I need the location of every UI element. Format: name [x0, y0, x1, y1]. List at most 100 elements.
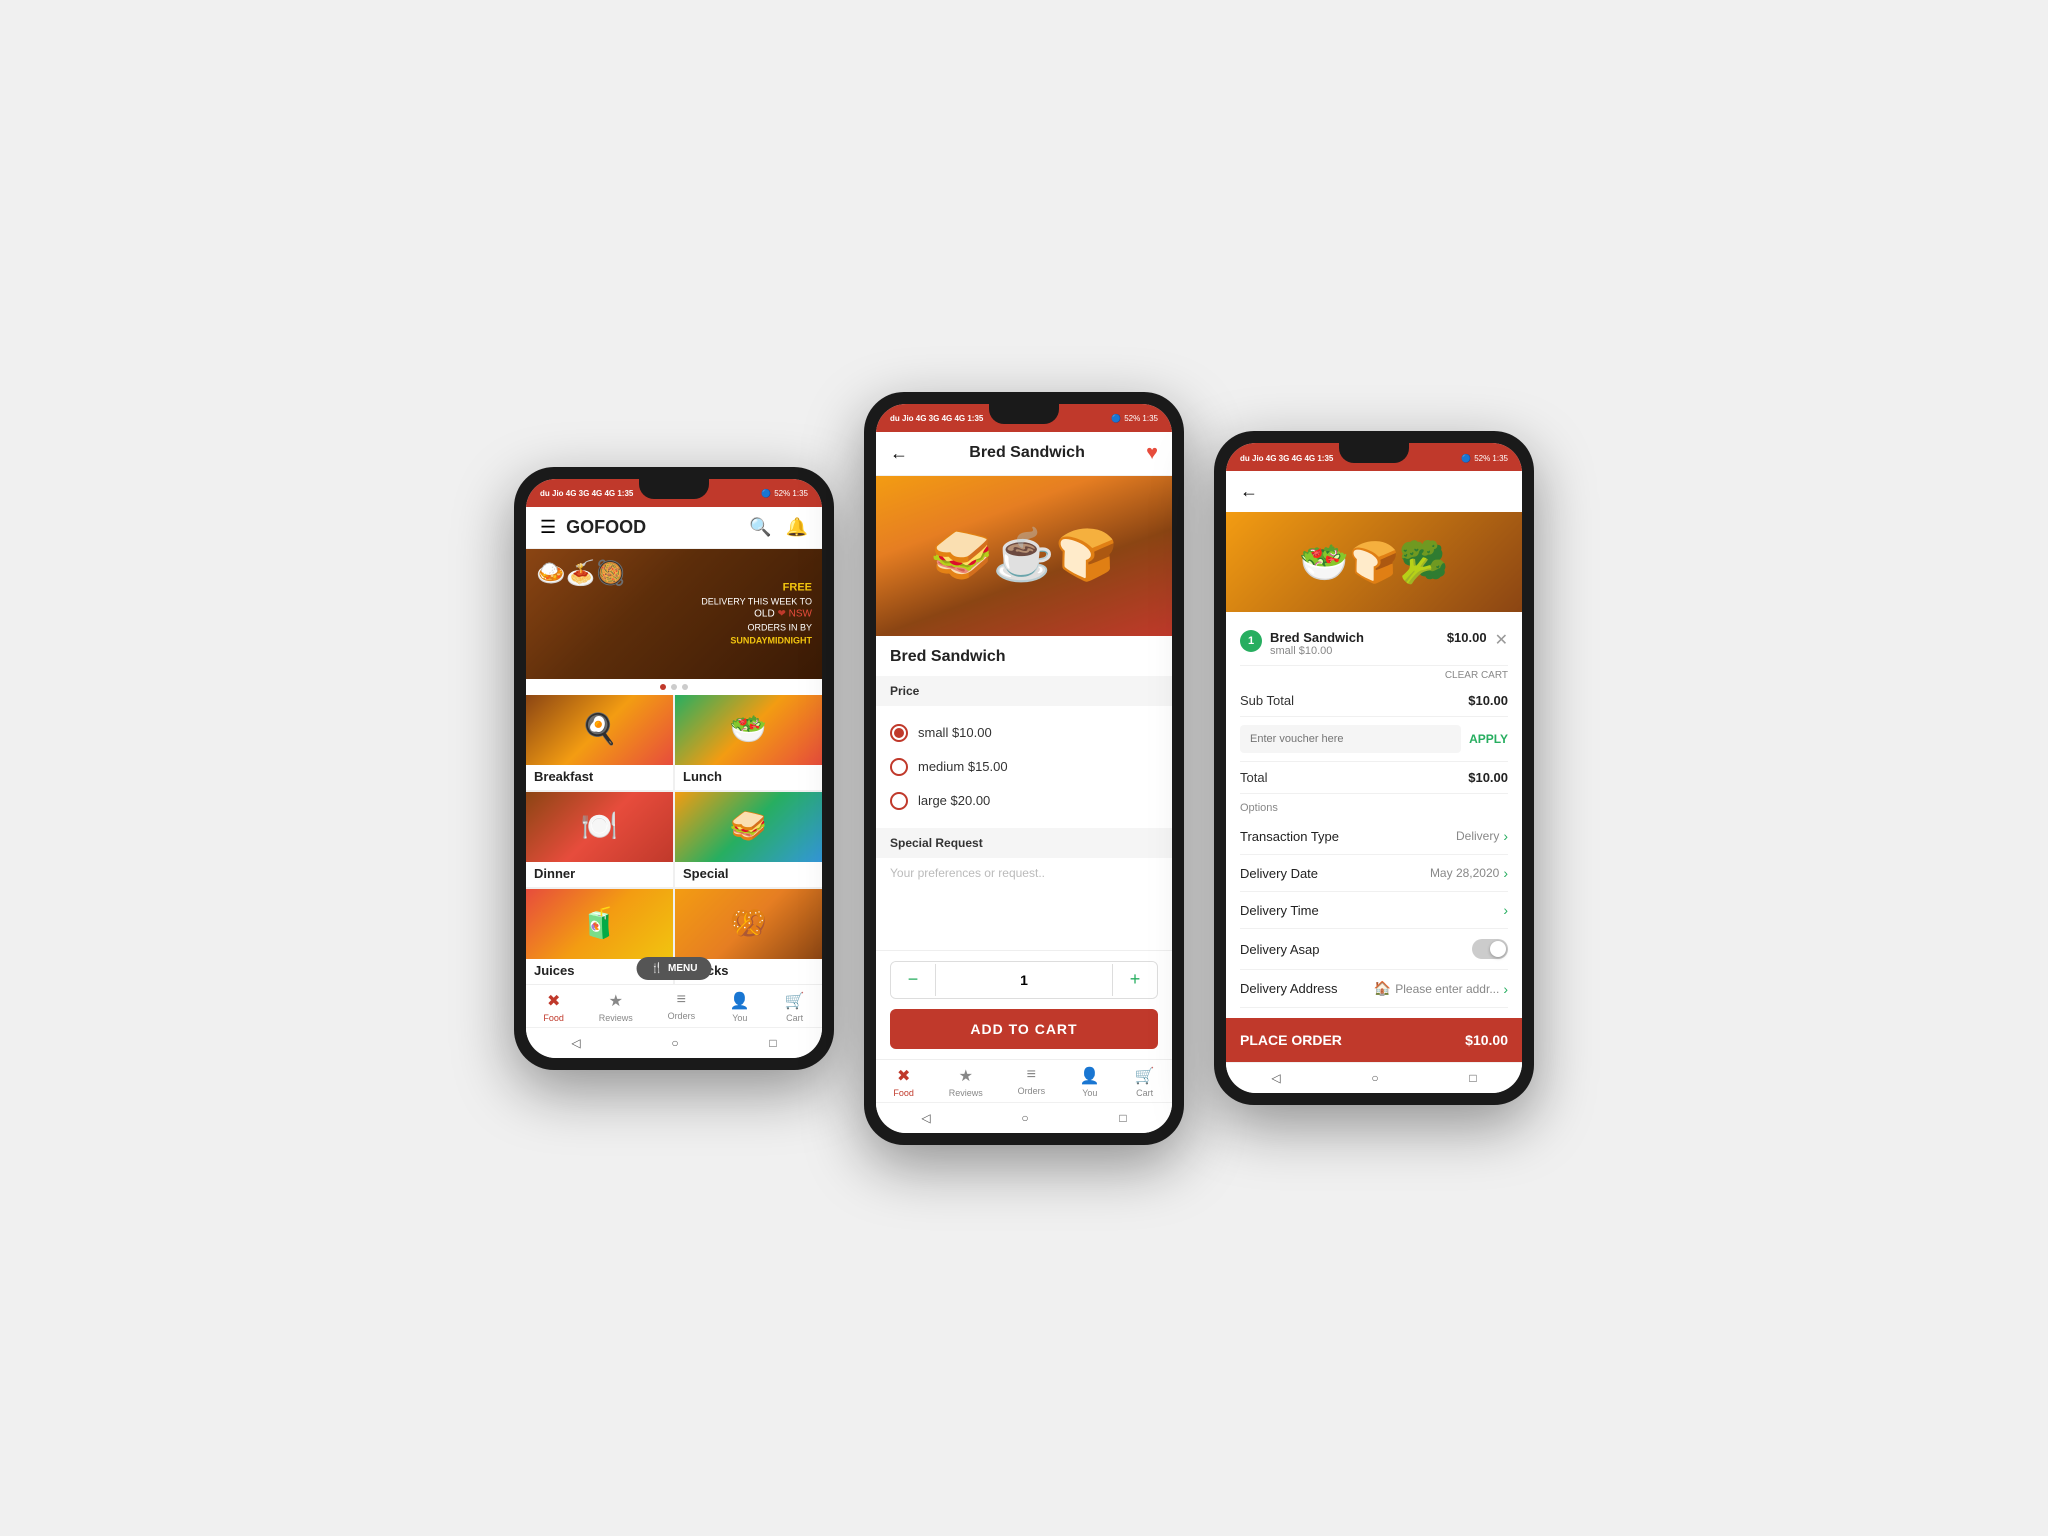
quantity-display: 1 [935, 964, 1113, 996]
subtotal-row: Sub Total $10.00 [1240, 685, 1508, 717]
android-nav-2: ◁ ○ □ [876, 1102, 1172, 1133]
phone-2: du Jio 4G 3G 4G 4G 1:35 🔵 52% 1:35 ← Bre… [864, 392, 1184, 1145]
back-btn-3[interactable]: ◁ [1271, 1071, 1280, 1085]
clear-cart-button[interactable]: CLEAR CART [1445, 670, 1508, 681]
status-left-3: du Jio 4G 3G 4G 4G 1:35 [1240, 454, 1333, 463]
product-detail: Bred Sandwich Price small $10.00 medium … [876, 636, 1172, 950]
cart-item-name: Bred Sandwich [1270, 630, 1439, 645]
nav-reviews-label-2: Reviews [949, 1088, 983, 1098]
hamburger-icon[interactable]: ☰ [540, 517, 556, 538]
product-name: Bred Sandwich [890, 648, 1158, 666]
profile-icon-2: 👤 [1080, 1066, 1100, 1086]
nav-food-label-2: Food [893, 1088, 914, 1098]
cart-item-row: 1 Bred Sandwich small $10.00 $10.00 ✕ [1240, 622, 1508, 666]
delivery-time-value-area: › [1503, 902, 1508, 918]
category-dinner[interactable]: 🍽️ Dinner [526, 792, 673, 887]
back-icon-3[interactable]: ← [1240, 481, 1258, 502]
delivery-time-row[interactable]: Delivery Time › [1240, 892, 1508, 929]
option-large[interactable]: large $20.00 [890, 784, 1158, 818]
radio-medium[interactable] [890, 758, 908, 776]
delivery-date-label: Delivery Date [1240, 866, 1318, 881]
status-left-1: du Jio 4G 3G 4G 4G 1:35 [540, 489, 633, 498]
option-medium[interactable]: medium $15.00 [890, 750, 1158, 784]
voucher-input[interactable] [1240, 725, 1461, 753]
back-btn-1[interactable]: ◁ [571, 1036, 580, 1050]
voucher-row: APPLY [1240, 717, 1508, 762]
delivery-asap-label: Delivery Asap [1240, 942, 1319, 957]
total-row: Total $10.00 [1240, 762, 1508, 794]
cart-icon: 🛒 [785, 991, 805, 1011]
cart-icon-2: 🛒 [1135, 1066, 1155, 1086]
delivery-address-label: Delivery Address [1240, 981, 1338, 996]
cart-content: 1 Bred Sandwich small $10.00 $10.00 ✕ CL… [1226, 612, 1522, 1018]
back-btn-2[interactable]: ◁ [921, 1111, 930, 1125]
bell-icon[interactable]: 🔔 [786, 517, 808, 538]
back-icon-2[interactable]: ← [890, 443, 908, 464]
option-small-label: small $10.00 [918, 725, 992, 740]
carousel-dot-2[interactable] [671, 684, 677, 690]
nav-orders-label-2: Orders [1018, 1086, 1046, 1096]
plus-button[interactable]: + [1113, 962, 1157, 998]
delivery-time-chevron: › [1503, 902, 1508, 918]
transaction-type-row[interactable]: Transaction Type Delivery › [1240, 818, 1508, 855]
special-label: Special [675, 862, 822, 887]
orders-icon-2: ≡ [1027, 1066, 1036, 1084]
delivery-address-value-area: 🏠 Please enter addr... › [1374, 980, 1508, 997]
nav-reviews-2[interactable]: ★ Reviews [949, 1066, 983, 1098]
option-small[interactable]: small $10.00 [890, 716, 1158, 750]
remove-item-button[interactable]: ✕ [1495, 630, 1508, 650]
reviews-icon-2: ★ [959, 1066, 973, 1086]
delivery-date-row[interactable]: Delivery Date May 28,2020 › [1240, 855, 1508, 892]
nav-you[interactable]: 👤 You [730, 991, 750, 1023]
nav-reviews[interactable]: ★ Reviews [599, 991, 633, 1023]
add-to-cart-button[interactable]: ADD TO CART [890, 1009, 1158, 1049]
nav-cart-2[interactable]: 🛒 Cart [1135, 1066, 1155, 1098]
recents-btn-1[interactable]: □ [769, 1036, 776, 1050]
android-nav-3: ◁ ○ □ [1226, 1062, 1522, 1093]
phone-1: du Jio 4G 3G 4G 4G 1:35 🔵 52% 1:35 ☰ GOF… [514, 467, 834, 1070]
recents-btn-2[interactable]: □ [1119, 1111, 1126, 1125]
radio-large[interactable] [890, 792, 908, 810]
radio-small[interactable] [890, 724, 908, 742]
android-nav-1: ◁ ○ □ [526, 1027, 822, 1058]
heart-icon[interactable]: ♥ [1146, 442, 1158, 465]
banner-free-text: FREE [701, 580, 812, 595]
home-btn-2[interactable]: ○ [1021, 1111, 1028, 1125]
category-grid: 🍳 Breakfast 🥗 Lunch 🍽️ Dinner 🥪 [526, 695, 822, 984]
home-btn-1[interactable]: ○ [671, 1036, 678, 1050]
home-btn-3[interactable]: ○ [1371, 1071, 1378, 1085]
nav-food[interactable]: ✖ Food [543, 991, 564, 1023]
orders-icon: ≡ [677, 991, 686, 1009]
nav-cart[interactable]: 🛒 Cart [785, 991, 805, 1023]
apply-voucher-button[interactable]: APPLY [1469, 732, 1508, 746]
reviews-icon: ★ [609, 991, 623, 1011]
place-order-button[interactable]: PLACE ORDER $10.00 [1226, 1018, 1522, 1062]
minus-button[interactable]: − [891, 962, 935, 998]
delivery-address-row[interactable]: Delivery Address 🏠 Please enter addr... … [1240, 970, 1508, 1008]
category-breakfast[interactable]: 🍳 Breakfast [526, 695, 673, 790]
nav-orders[interactable]: ≡ Orders [668, 991, 696, 1023]
clear-cart-row: CLEAR CART [1240, 666, 1508, 685]
options-section-label: Options [1240, 794, 1508, 818]
delivery-address-chevron: › [1503, 981, 1508, 997]
category-special[interactable]: 🥪 Special [675, 792, 822, 887]
breakfast-label: Breakfast [526, 765, 673, 790]
status-left-2: du Jio 4G 3G 4G 4G 1:35 [890, 414, 983, 423]
recents-btn-3[interactable]: □ [1469, 1071, 1476, 1085]
place-order-label: PLACE ORDER [1240, 1032, 1342, 1048]
search-icon[interactable]: 🔍 [749, 517, 771, 538]
menu-fab[interactable]: 🍴 MENU [637, 957, 712, 980]
quantity-row: − 1 + [890, 961, 1158, 999]
carousel-dot-1[interactable] [660, 684, 666, 690]
delivery-time-label: Delivery Time [1240, 903, 1319, 918]
carousel-dot-3[interactable] [682, 684, 688, 690]
cart-item-quantity-badge: 1 [1240, 630, 1262, 652]
nav-you-2[interactable]: 👤 You [1080, 1066, 1100, 1098]
category-lunch[interactable]: 🥗 Lunch [675, 695, 822, 790]
banner-orders-text: ORDERS IN BY [701, 622, 812, 635]
nav-cart-label-2: Cart [1136, 1088, 1153, 1098]
phone-3: du Jio 4G 3G 4G 4G 1:35 🔵 52% 1:35 ← 🥗🍞🥦… [1214, 431, 1534, 1105]
nav-food-2[interactable]: ✖ Food [893, 1066, 914, 1098]
delivery-asap-toggle[interactable] [1472, 939, 1508, 959]
nav-orders-2[interactable]: ≡ Orders [1018, 1066, 1046, 1098]
